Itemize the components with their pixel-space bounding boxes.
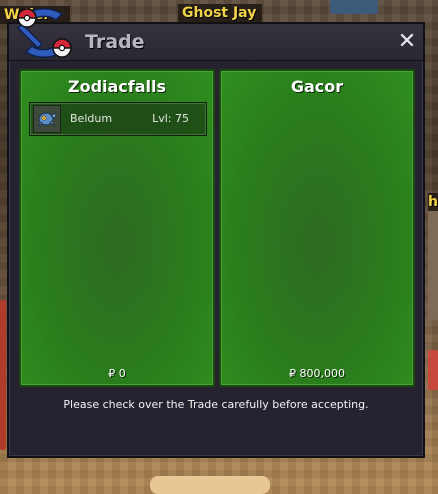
left-offer-panel: Zodiacfalls Beldum Lvl: 75 ₽ 0 bbox=[19, 69, 215, 387]
player-nameplate: h bbox=[428, 193, 438, 211]
world-tile bbox=[428, 350, 438, 390]
trade-window: Trade ✕ Zodiacfalls Beldum Lvl: 75 ₽ 0 G… bbox=[7, 22, 425, 458]
offer-item-level: Lvl: 75 bbox=[152, 112, 189, 125]
close-button[interactable]: ✕ bbox=[395, 30, 419, 54]
right-offer-panel: Gacor ₽ 800,000 bbox=[219, 69, 415, 387]
world-tile bbox=[0, 300, 6, 450]
window-title: Trade bbox=[85, 31, 145, 53]
world-tile bbox=[428, 200, 438, 320]
left-player-name: Zodiacfalls bbox=[67, 77, 167, 96]
offer-item-name: Beldum bbox=[70, 112, 113, 125]
left-money-offer: ₽ 0 bbox=[108, 367, 126, 380]
offer-item-row[interactable]: Beldum Lvl: 75 bbox=[29, 102, 207, 136]
world-tile bbox=[330, 0, 378, 14]
pokeball-logo-icon bbox=[16, 8, 72, 58]
pokemon-icon-slot bbox=[33, 105, 61, 133]
world-tile bbox=[150, 476, 270, 494]
right-player-name: Gacor bbox=[290, 77, 344, 96]
right-money-offer: ₽ 800,000 bbox=[289, 367, 345, 380]
trade-notice: Please check over the Trade carefully be… bbox=[63, 398, 369, 411]
player-nameplate: Ghost Jay bbox=[178, 4, 262, 22]
beldum-icon bbox=[37, 112, 57, 127]
